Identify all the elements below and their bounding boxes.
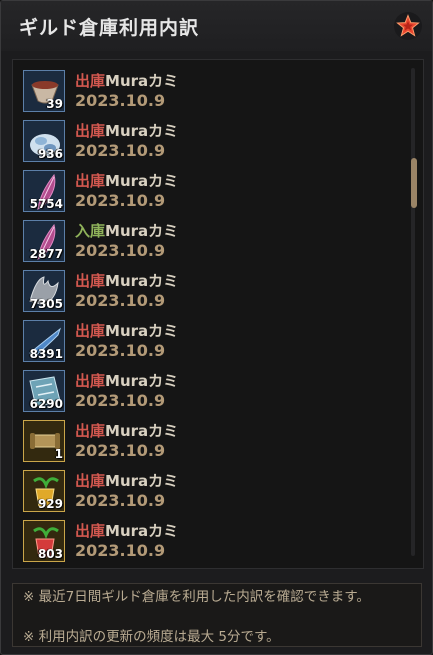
withdraw-label: 出庫 [75,522,106,540]
log-description: 出庫Muraカミ [75,70,178,91]
log-description: 入庫Muraカミ [75,220,178,241]
log-date: 2023.10.9 [75,191,166,210]
deposit-label: 入庫 [75,222,106,240]
log-row: 7305 出庫Muraカミ 2023.10.9 [13,267,403,317]
withdraw-label: 出庫 [75,122,106,140]
item-quantity: 2877 [29,247,63,261]
scrollbar-track[interactable] [411,68,415,556]
withdraw-label: 出庫 [75,372,106,390]
log-row: 5754 出庫Muraカミ 2023.10.9 [13,167,403,217]
log-row: 39 出庫Muraカミ 2023.10.9 [13,67,403,117]
log-row: 929 出庫Muraカミ 2023.10.9 [13,467,403,517]
star-close-icon [396,14,420,37]
item-slot[interactable]: 7305 [23,270,65,312]
user-name: Muraカミ [105,522,179,540]
item-slot[interactable]: 2877 [23,220,65,262]
item-quantity: 929 [37,497,63,511]
item-quantity: 7305 [29,297,63,311]
log-row: 2877 入庫Muraカミ 2023.10.9 [13,217,403,267]
log-date: 2023.10.9 [75,541,166,560]
log-row: 6290 出庫Muraカミ 2023.10.9 [13,367,403,417]
log-description: 出庫Muraカミ [75,470,178,491]
log-row: 1 出庫Muraカミ 2023.10.9 [13,417,403,467]
notice-box: ※ 最近7日間ギルド倉庫を利用した内訳を確認できます。 ※ 利用内訳の更新の頻度… [12,583,422,647]
log-description: 出庫Muraカミ [75,270,178,291]
user-name: Muraカミ [105,322,179,340]
user-name: Muraカミ [105,422,179,440]
user-name: Muraカミ [105,172,179,190]
item-slot[interactable]: 929 [23,470,65,512]
user-name: Muraカミ [105,122,179,140]
item-slot[interactable]: 8391 [23,320,65,362]
item-quantity: 1 [54,447,63,461]
user-name: Muraカミ [105,272,179,290]
log-date: 2023.10.9 [75,441,166,460]
log-date: 2023.10.9 [75,291,166,310]
window-title: ギルド倉庫利用内訳 [19,17,200,39]
withdraw-label: 出庫 [75,422,106,440]
withdraw-label: 出庫 [75,322,106,340]
window-header: ギルド倉庫利用内訳 [1,1,432,51]
log-date: 2023.10.9 [75,341,166,360]
log-description: 出庫Muraカミ [75,370,178,391]
log-description: 出庫Muraカミ [75,120,178,141]
log-row: 8391 出庫Muraカミ 2023.10.9 [13,317,403,367]
withdraw-label: 出庫 [75,72,106,90]
item-slot[interactable]: 39 [23,70,65,112]
log-date: 2023.10.9 [75,141,166,160]
item-quantity: 936 [37,147,63,161]
item-quantity: 8391 [29,347,63,361]
withdraw-label: 出庫 [75,472,106,490]
log-date: 2023.10.9 [75,91,166,110]
close-button[interactable] [394,12,422,40]
notice-line-2: ※ 利用内訳の更新の頻度は最大 5分です。 [23,629,280,645]
log-row: 936 出庫Muraカミ 2023.10.9 [13,117,403,167]
withdraw-label: 出庫 [75,172,106,190]
item-slot[interactable]: 936 [23,120,65,162]
user-name: Muraカミ [105,222,179,240]
withdraw-label: 出庫 [75,272,106,290]
guild-storage-log-window: ギルド倉庫利用内訳 39 出庫Muraカミ 2023.10.9 936 出庫Muraカミ… [0,0,433,655]
item-slot[interactable]: 5754 [23,170,65,212]
item-quantity: 803 [37,547,63,561]
item-slot[interactable]: 6290 [23,370,65,412]
log-date: 2023.10.9 [75,391,166,410]
item-slot[interactable]: 1 [23,420,65,462]
log-date: 2023.10.9 [75,491,166,510]
log-description: 出庫Muraカミ [75,170,178,191]
user-name: Muraカミ [105,472,179,490]
notice-line-1: ※ 最近7日間ギルド倉庫を利用した内訳を確認できます。 [23,589,370,605]
log-date: 2023.10.9 [75,241,166,260]
log-description: 出庫Muraカミ [75,520,178,541]
item-quantity: 39 [46,97,63,111]
item-quantity: 6290 [29,397,63,411]
user-name: Muraカミ [105,372,179,390]
log-description: 出庫Muraカミ [75,420,178,441]
item-slot[interactable]: 803 [23,520,65,562]
log-description: 出庫Muraカミ [75,320,178,341]
item-quantity: 5754 [29,197,63,211]
log-list-panel[interactable]: 39 出庫Muraカミ 2023.10.9 936 出庫Muraカミ 2023.10.9 5… [12,59,424,569]
scrollbar-thumb[interactable] [411,158,417,208]
user-name: Muraカミ [105,72,179,90]
log-row: 803 出庫Muraカミ 2023.10.9 [13,517,403,567]
